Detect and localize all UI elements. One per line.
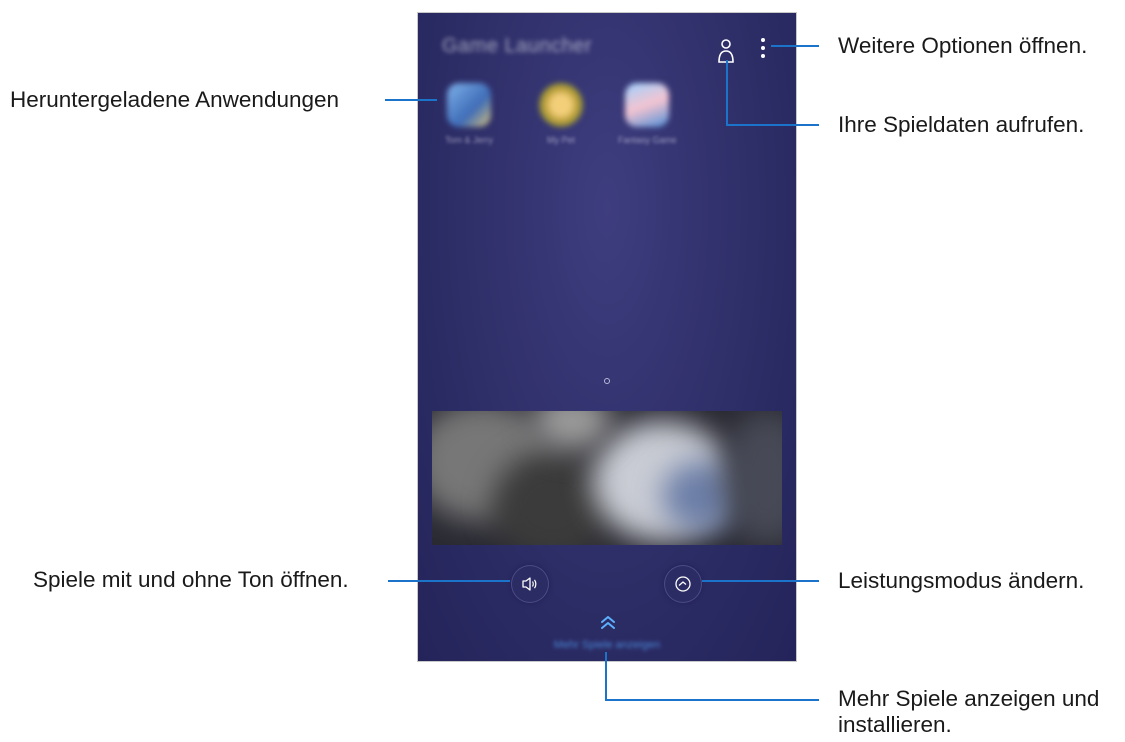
app-title: Game Launcher [442, 35, 592, 57]
page-indicator [604, 378, 610, 384]
callout-more-games-line2: installieren. [838, 712, 952, 737]
callout-line [388, 580, 510, 582]
app-icon [447, 83, 491, 127]
app-icon [539, 83, 583, 127]
more-options-icon[interactable] [758, 37, 768, 59]
callout-line [726, 124, 819, 126]
callout-game-data: Ihre Spieldaten aufrufen. [838, 112, 1085, 137]
callout-line [385, 99, 437, 101]
callout-downloaded-apps: Heruntergeladene Anwendungen [10, 87, 340, 112]
app-tile[interactable]: Tom & Jerry [440, 83, 498, 145]
performance-mode-button[interactable] [665, 566, 701, 602]
sound-toggle-button[interactable] [512, 566, 548, 602]
featured-game-banner[interactable] [432, 411, 782, 545]
callout-line [605, 652, 607, 701]
callout-performance: Leistungsmodus ändern. [838, 568, 1085, 593]
app-tile[interactable]: Fantasy Game [618, 83, 676, 145]
more-games-label[interactable]: Mehr Spiele anzeigen [418, 639, 796, 651]
callout-more-games-line1: Mehr Spiele anzeigen und [838, 686, 1100, 711]
app-label: Tom & Jerry [444, 135, 493, 145]
callout-sound: Spiele mit und ohne Ton öffnen. [33, 567, 349, 592]
double-chevron-up-icon[interactable] [598, 614, 618, 630]
callout-line [771, 45, 819, 47]
callout-line [702, 580, 819, 582]
app-icon [625, 83, 669, 127]
game-launcher-screen: Game Launcher Tom & Jerry My Pet Fantasy… [417, 12, 797, 662]
app-label: Fantasy Game [618, 135, 676, 145]
performance-icon [675, 576, 691, 592]
callout-line [726, 60, 728, 126]
callout-line [605, 699, 819, 701]
callout-more-options: Weitere Optionen öffnen. [838, 33, 1088, 58]
app-label: My Pet [546, 135, 575, 145]
speaker-icon [522, 577, 537, 591]
app-tile[interactable]: My Pet [532, 83, 590, 145]
